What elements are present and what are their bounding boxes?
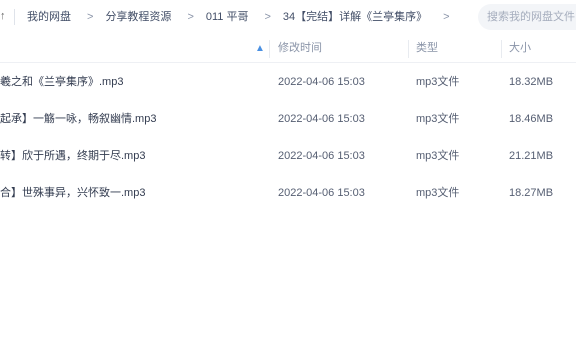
- file-type: mp3文件: [416, 150, 460, 162]
- search-input[interactable]: 搜索我的网盘文件: [478, 4, 576, 30]
- table-header: ▲ 修改时间 类型 大小: [0, 34, 576, 63]
- chevron-right-icon: >: [187, 11, 194, 23]
- breadcrumb-item-my-drive[interactable]: 我的网盘: [27, 0, 71, 34]
- file-modified: 2022-04-06 15:03: [278, 150, 365, 162]
- chevron-right-icon: >: [264, 11, 271, 23]
- column-divider[interactable]: [501, 40, 502, 58]
- column-header-modified[interactable]: 修改时间: [278, 34, 322, 63]
- breadcrumb-item-current-folder[interactable]: 34【完结】详解《兰亭集序》: [283, 0, 427, 34]
- table-row[interactable]: 合】世殊事异，兴怀致一.mp3 2022-04-06 15:03 mp3文件 1…: [0, 175, 576, 211]
- file-size: 18.46MB: [509, 113, 554, 125]
- table-row[interactable]: 转】欣于所遇，终期于尽.mp3 2022-04-06 15:03 mp3文件 2…: [0, 138, 576, 174]
- breadcrumb: 我的网盘 > 分享教程资源 > 011 平哥 > 34【完结】详解《兰亭集序》 …: [14, 0, 462, 34]
- divider: [14, 9, 15, 25]
- file-modified: 2022-04-06 15:03: [278, 76, 365, 88]
- file-name[interactable]: 合】世殊事异，兴怀致一.mp3: [0, 175, 145, 211]
- breadcrumb-item-tutorials[interactable]: 分享教程资源: [105, 0, 171, 34]
- column-header-size[interactable]: 大小: [509, 34, 531, 63]
- file-size: 18.27MB: [509, 187, 554, 199]
- table-row[interactable]: 起承】一觞一咏，畅叙幽情.mp3 2022-04-06 15:03 mp3文件 …: [0, 101, 576, 137]
- column-divider[interactable]: [408, 40, 409, 58]
- up-arrow-icon[interactable]: ↑: [0, 8, 10, 24]
- file-size: 18.32MB: [509, 76, 554, 88]
- file-type: mp3文件: [416, 113, 460, 125]
- file-type: mp3文件: [416, 76, 460, 88]
- chevron-right-icon[interactable]: >: [443, 11, 449, 23]
- chevron-right-icon: >: [87, 11, 94, 23]
- breadcrumb-item-author[interactable]: 011 平哥: [206, 0, 249, 34]
- column-divider[interactable]: [269, 40, 270, 58]
- column-header-type[interactable]: 类型: [416, 34, 438, 63]
- file-type: mp3文件: [416, 187, 460, 199]
- breadcrumb-bar: ↑ 我的网盘 > 分享教程资源 > 011 平哥 > 34【完结】详解《兰亭集序…: [0, 0, 576, 34]
- file-name[interactable]: 羲之和《兰亭集序》.mp3: [0, 64, 123, 100]
- file-size: 21.21MB: [509, 150, 554, 162]
- table-row[interactable]: 羲之和《兰亭集序》.mp3 2022-04-06 15:03 mp3文件 18.…: [0, 64, 576, 100]
- file-name[interactable]: 起承】一觞一咏，畅叙幽情.mp3: [0, 101, 156, 137]
- sort-ascending-icon[interactable]: ▲: [255, 34, 265, 63]
- file-modified: 2022-04-06 15:03: [278, 113, 365, 125]
- file-name[interactable]: 转】欣于所遇，终期于尽.mp3: [0, 138, 145, 174]
- file-modified: 2022-04-06 15:03: [278, 187, 365, 199]
